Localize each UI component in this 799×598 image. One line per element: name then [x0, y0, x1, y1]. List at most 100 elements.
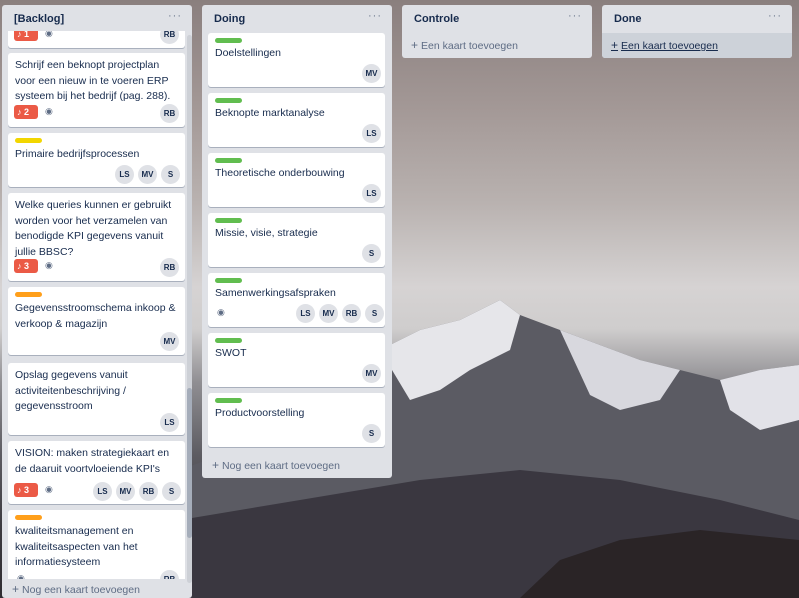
- card-label: [215, 158, 242, 163]
- add-card-button[interactable]: + Nog een kaart toevoegen: [12, 582, 140, 596]
- eye-icon: ◉: [45, 484, 53, 494]
- card[interactable]: SWOT MV: [208, 333, 385, 387]
- card-label: [15, 292, 42, 297]
- avatar[interactable]: LS: [160, 413, 179, 432]
- card[interactable]: Gegevensstroomschema inkoop & verkoop & …: [8, 287, 185, 355]
- card-title: Productvoorstelling: [215, 407, 305, 419]
- eye-icon: ◉: [217, 307, 225, 317]
- card-title: Schrijf een beknopt projectplan voor een…: [15, 59, 171, 102]
- card-title: Beknopte marktanalyse: [215, 107, 325, 119]
- card-title: VISION: maken strategiekaart en de daaru…: [15, 447, 170, 475]
- list-header: Controle ···: [402, 5, 592, 31]
- list-header: Done ···: [602, 5, 792, 31]
- card-title: Samenwerkingsafspraken: [215, 287, 336, 299]
- alert-badge: ♪ 1: [14, 31, 38, 41]
- add-card-button[interactable]: + Nog een kaart toevoegen: [212, 458, 340, 472]
- avatar[interactable]: MV: [319, 304, 338, 323]
- card-title: Primaire bedrijfsprocessen: [15, 148, 140, 160]
- avatar[interactable]: RB: [160, 570, 179, 579]
- card[interactable]: Productvoorstelling S: [208, 393, 385, 447]
- card-label: [215, 278, 242, 283]
- avatar[interactable]: S: [161, 165, 180, 184]
- card-list: ♪ 1 ◉ RB Schrijf een beknopt projectplan…: [2, 31, 192, 579]
- card-label: [15, 138, 42, 143]
- avatar[interactable]: MV: [160, 332, 179, 351]
- avatar[interactable]: LS: [93, 482, 112, 501]
- plus-icon: +: [611, 38, 619, 52]
- avatar[interactable]: LS: [362, 124, 381, 143]
- avatar[interactable]: MV: [138, 165, 157, 184]
- card-title: Missie, visie, strategie: [215, 227, 318, 239]
- avatar[interactable]: LS: [115, 165, 134, 184]
- list-menu-icon[interactable]: ···: [368, 10, 382, 22]
- board: [Backlog] ··· ♪ 1 ◉ RB Schrijf een bekno…: [0, 0, 799, 598]
- avatar[interactable]: RB: [342, 304, 361, 323]
- avatar[interactable]: S: [362, 244, 381, 263]
- list-title[interactable]: Done: [614, 13, 642, 25]
- card[interactable]: ♪ 1 ◉ RB: [8, 31, 185, 48]
- avatar[interactable]: S: [362, 424, 381, 443]
- plus-icon: +: [411, 38, 419, 52]
- card-title: SWOT: [215, 347, 247, 359]
- card[interactable]: Beknopte marktanalyse LS: [208, 93, 385, 147]
- avatar[interactable]: LS: [362, 184, 381, 203]
- card[interactable]: Samenwerkingsafspraken ◉ LS MV RB S: [208, 273, 385, 327]
- list-header: Doing ···: [202, 5, 392, 31]
- card-title: Theoretische onderbouwing: [215, 167, 345, 179]
- list-menu-icon[interactable]: ···: [768, 10, 782, 22]
- avatar[interactable]: RB: [160, 258, 179, 277]
- card[interactable]: VISION: maken strategiekaart en de daaru…: [8, 441, 185, 504]
- card-title: Doelstellingen: [215, 47, 281, 59]
- add-card-button[interactable]: + Een kaart toevoegen: [611, 38, 718, 52]
- card-list: Doelstellingen MV Beknopte marktanalyse …: [202, 31, 392, 451]
- card[interactable]: kwaliteitsmanagement en kwaliteitsaspect…: [8, 510, 185, 579]
- list-menu-icon[interactable]: ···: [168, 10, 182, 22]
- avatar[interactable]: RB: [139, 482, 158, 501]
- list-title[interactable]: Controle: [414, 13, 459, 25]
- card-label: [215, 398, 242, 403]
- avatar[interactable]: RB: [160, 104, 179, 123]
- avatar[interactable]: S: [162, 482, 181, 501]
- add-card-button[interactable]: + Een kaart toevoegen: [411, 38, 518, 52]
- alert-badge: ♪ 2: [14, 105, 38, 119]
- card-title: Welke queries kunnen er gebruikt worden …: [15, 199, 172, 258]
- card[interactable]: Doelstellingen MV: [208, 33, 385, 87]
- plus-icon: +: [12, 582, 20, 596]
- plus-icon: +: [212, 458, 220, 472]
- avatar[interactable]: RB: [160, 31, 179, 44]
- list-controle: Controle ··· + Een kaart toevoegen: [402, 5, 592, 58]
- scrollbar-thumb[interactable]: [187, 388, 192, 538]
- list-backlog: [Backlog] ··· ♪ 1 ◉ RB Schrijf een bekno…: [2, 5, 192, 598]
- card[interactable]: Opslag gegevens vanuit activiteitenbesch…: [8, 363, 185, 435]
- card[interactable]: Schrijf een beknopt projectplan voor een…: [8, 53, 185, 127]
- card-label: [215, 98, 242, 103]
- card-title: Opslag gegevens vanuit activiteitenbesch…: [15, 369, 128, 412]
- list-done: Done ··· + Een kaart toevoegen: [602, 5, 792, 58]
- card-title: Gegevensstroomschema inkoop & verkoop & …: [15, 302, 176, 330]
- list-title[interactable]: [Backlog]: [14, 13, 64, 25]
- card-label: [215, 38, 242, 43]
- alert-badge: ♪ 3: [14, 483, 38, 497]
- card-label: [15, 515, 42, 520]
- avatar[interactable]: MV: [362, 64, 381, 83]
- card-label: [215, 338, 242, 343]
- list-doing: Doing ··· Doelstellingen MV Beknopte mar…: [202, 5, 392, 478]
- avatar[interactable]: MV: [362, 364, 381, 383]
- list-title[interactable]: Doing: [214, 13, 245, 25]
- card[interactable]: Welke queries kunnen er gebruikt worden …: [8, 193, 185, 281]
- eye-icon: ◉: [17, 573, 25, 579]
- list-menu-icon[interactable]: ···: [568, 10, 582, 22]
- eye-icon: ◉: [45, 260, 53, 270]
- card[interactable]: Missie, visie, strategie S: [208, 213, 385, 267]
- card[interactable]: Primaire bedrijfsprocessen LS MV S: [8, 133, 185, 187]
- eye-icon: ◉: [45, 31, 53, 38]
- list-header: [Backlog] ···: [2, 5, 192, 31]
- avatar[interactable]: S: [365, 304, 384, 323]
- card[interactable]: Theoretische onderbouwing LS: [208, 153, 385, 207]
- alert-badge: ♪ 3: [14, 259, 38, 273]
- eye-icon: ◉: [45, 106, 53, 116]
- avatar[interactable]: MV: [116, 482, 135, 501]
- avatar[interactable]: LS: [296, 304, 315, 323]
- card-label: [215, 218, 242, 223]
- card-title: kwaliteitsmanagement en kwaliteitsaspect…: [15, 525, 138, 568]
